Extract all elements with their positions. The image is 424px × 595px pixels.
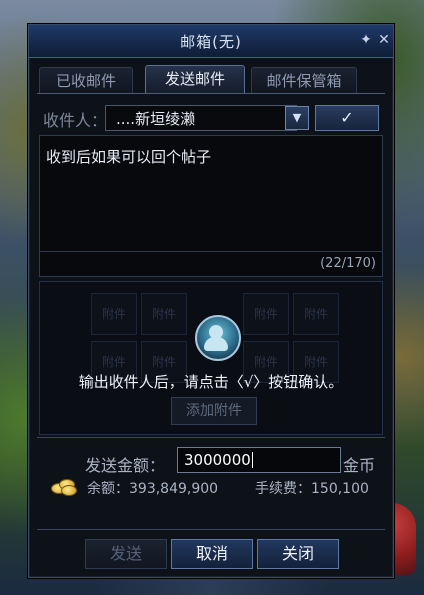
send-button[interactable]: 发送 (85, 539, 167, 569)
tab-storage[interactable]: 邮件保管箱 (251, 67, 357, 94)
send-amount-label: 发送金额： (85, 456, 166, 475)
avatar-shoulders (204, 337, 228, 351)
send-amount-value: 3000000 (184, 451, 251, 469)
character-count: (22/170) (320, 256, 376, 271)
recipient-dropdown-button[interactable]: ▼ (285, 106, 309, 130)
recipient-value: ....新垣绫濑 (116, 110, 196, 128)
pin-icon[interactable]: ✦ (357, 31, 375, 49)
recipient-label: 收件人： (43, 111, 108, 130)
tab-divider (37, 93, 385, 94)
balance-label: 余额：393,849,900 (87, 481, 219, 497)
close-button[interactable]: 关闭 (257, 539, 339, 569)
recipient-input[interactable]: ....新垣绫濑 (105, 105, 297, 131)
currency-label: 金币 (343, 456, 376, 475)
message-divider (40, 251, 382, 252)
tab-send[interactable]: 发送邮件 (145, 65, 245, 94)
close-icon[interactable]: ✕ (375, 31, 393, 49)
instruction-text: 输出收件人后，请点击〈√〉按钮确认。 (78, 373, 344, 391)
attachment-slot[interactable]: 附件 (91, 293, 137, 335)
gold-coins-icon (51, 477, 77, 496)
title-bar[interactable]: 邮箱(无) ✦ ✕ (29, 25, 393, 58)
add-attachment-button[interactable]: 添加附件 (171, 397, 257, 425)
text-caret (252, 452, 253, 468)
attachment-slot[interactable]: 附件 (141, 293, 187, 335)
message-text: 收到后如果可以回个帖子 (46, 148, 212, 166)
mailbox-window: 邮箱(无) ✦ ✕ 已收邮件 发送邮件 邮件保管箱 收件人： ....新垣绫濑 … (28, 24, 394, 578)
window-title: 邮箱(无) (180, 33, 242, 51)
recipient-avatar-icon (195, 315, 241, 361)
attachment-slot[interactable]: 附件 (293, 293, 339, 335)
send-amount-input[interactable]: 3000000 (177, 447, 341, 473)
footer-divider (37, 529, 385, 530)
tab-received[interactable]: 已收邮件 (39, 67, 133, 94)
attachment-slot[interactable]: 附件 (243, 293, 289, 335)
recipient-confirm-button[interactable]: ✓ (315, 105, 379, 131)
message-textarea[interactable]: 收到后如果可以回个帖子 (22/170) (39, 135, 383, 277)
fee-label: 手续费：150,100 (255, 481, 369, 497)
money-divider (37, 437, 385, 438)
cancel-button[interactable]: 取消 (171, 539, 253, 569)
